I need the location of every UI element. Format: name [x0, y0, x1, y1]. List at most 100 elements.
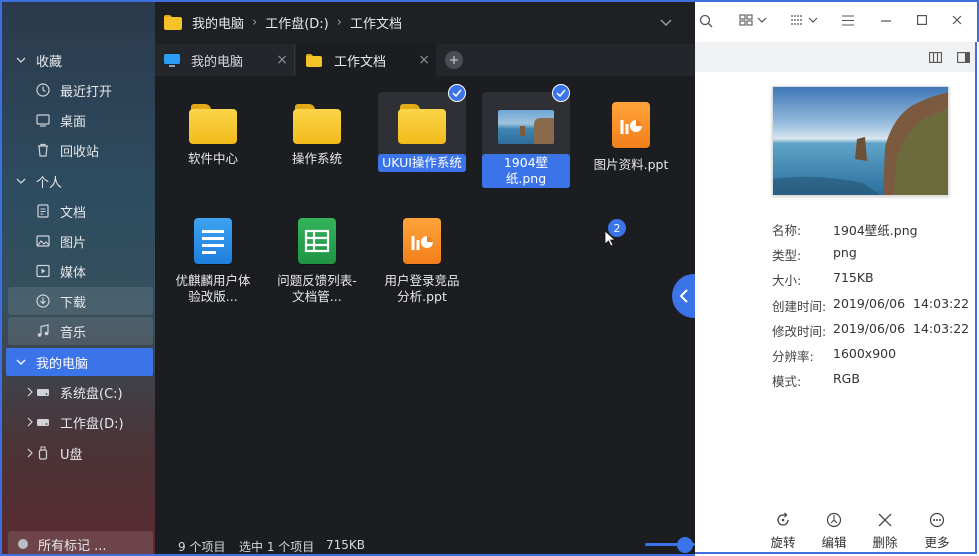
search-icon[interactable]	[699, 14, 713, 28]
file-item[interactable]: UKUI操作系统	[378, 104, 466, 172]
detail-row-name: 名称: 1904壁纸.png	[772, 220, 918, 239]
detail-panel-icon[interactable]	[957, 52, 970, 63]
breadcrumb-item[interactable]: 工作文档	[350, 13, 402, 32]
folder-icon	[398, 104, 446, 144]
selected-check-icon	[552, 84, 570, 102]
preview-image	[772, 86, 949, 196]
file-name: 操作系统	[291, 151, 342, 166]
chevron-down-icon	[16, 359, 26, 365]
sidebar-item-recent[interactable]: 最近打开	[8, 76, 153, 104]
new-tab-button[interactable]	[445, 51, 463, 69]
sort-button[interactable]	[790, 14, 818, 26]
computer-icon	[164, 53, 180, 67]
delete-icon	[878, 513, 892, 527]
tag-dot-icon	[18, 539, 28, 549]
file-name: 问题反馈列表-文档管...	[277, 273, 357, 304]
tab-label: 我的电脑	[191, 54, 244, 70]
sidebar-item-label: 下载	[60, 295, 87, 311]
detail-value: 2019/06/06 14:03:22	[833, 321, 970, 336]
chevron-right-icon: ›	[336, 15, 342, 30]
sidebar-item-label: 最近打开	[60, 84, 113, 100]
tab-work-docs[interactable]: 工作文档 ×	[296, 44, 436, 76]
breadcrumb-item[interactable]: 工作盘(D:)	[265, 13, 329, 32]
sidebar-item-desktop[interactable]: 桌面	[8, 106, 153, 134]
file-item[interactable]: 操作系统	[273, 104, 361, 168]
close-icon[interactable]: ×	[276, 52, 288, 68]
sidebar-item-label: U盘	[60, 447, 83, 463]
sidebar-item-usb[interactable]: U盘	[8, 439, 153, 467]
sidebar-item-music[interactable]: 音乐	[8, 317, 153, 345]
action-label: 更多	[924, 535, 950, 550]
file-name: 软件中心	[187, 151, 238, 166]
close-icon[interactable]: ×	[418, 52, 430, 68]
detail-value: RGB	[833, 371, 860, 386]
sidebar-group-favorites[interactable]: 收藏	[2, 46, 62, 74]
sidebar-item-trash[interactable]: 回收站	[8, 136, 153, 164]
sidebar-item-downloads[interactable]: 下载	[8, 287, 153, 315]
sidebar-item-label: 工作盘(D:)	[60, 416, 124, 432]
sidebar-item-drive-c[interactable]: 系统盘(C:)	[8, 378, 153, 406]
tags-item[interactable]: 所有标记 ...	[8, 531, 153, 554]
detail-key: 分辨率:	[772, 349, 814, 364]
detail-value: 715KB	[833, 270, 874, 285]
edit-button[interactable]: 编辑	[814, 512, 854, 551]
file-item[interactable]: 问题反馈列表-文档管...	[273, 218, 361, 306]
file-name: 1904壁纸.png	[482, 154, 570, 188]
file-name: UKUI操作系统	[378, 154, 466, 172]
action-label: 删除	[872, 535, 898, 550]
detail-value: 1904壁纸.png	[833, 223, 918, 238]
menu-icon[interactable]	[842, 15, 854, 26]
minimize-icon[interactable]	[881, 20, 891, 22]
sidebar-item-label: 音乐	[60, 325, 87, 341]
file-manager-window: 我的电脑 › 工作盘(D:) › 工作文档 收藏 最近打开 桌面 回收站 个人 …	[0, 0, 695, 556]
detail-row-created: 创建时间: 2019/06/06 14:03:22	[772, 296, 969, 315]
close-icon[interactable]	[952, 15, 962, 25]
zoom-slider-handle[interactable]	[677, 537, 693, 553]
chevron-down-icon	[808, 17, 818, 23]
file-item[interactable]: 1904壁纸.png	[482, 110, 570, 188]
detail-key: 修改时间:	[772, 324, 827, 339]
sidebar-group-personal[interactable]: 个人	[2, 167, 62, 195]
sidebar-item-pictures[interactable]: 图片	[8, 227, 153, 255]
sidebar-item-label: 媒体	[60, 265, 87, 281]
detail-row-size: 大小: 715KB	[772, 270, 874, 289]
sidebar: 收藏 最近打开 桌面 回收站 个人 文档 图片 媒体 下载 音乐 我的电脑 系统…	[2, 2, 155, 554]
ppt-icon	[403, 218, 441, 264]
tags-label: 所有标记 ...	[38, 538, 107, 554]
grid-view-icon	[739, 14, 753, 26]
maximize-icon[interactable]	[917, 15, 927, 25]
columns-icon[interactable]	[929, 52, 942, 63]
detail-window: 名称: 1904壁纸.png 类型: png 大小: 715KB 创建时间: 2019/…	[695, 0, 979, 556]
chevron-right-icon	[27, 417, 33, 427]
cursor-icon	[604, 230, 616, 247]
view-mode-button[interactable]	[739, 14, 767, 26]
rotate-icon	[777, 512, 789, 526]
selected-check-icon	[448, 84, 466, 102]
file-item[interactable]: 用户登录竞品分析.ppt	[378, 218, 466, 306]
more-button[interactable]: 更多	[917, 512, 957, 551]
action-label: 编辑	[821, 535, 847, 550]
detail-key: 大小:	[772, 273, 802, 288]
right-toolbar	[695, 0, 979, 42]
tab-my-computer[interactable]: 我的电脑 ×	[155, 44, 295, 76]
sidebar-group-computer[interactable]: 我的电脑	[6, 348, 153, 376]
folder-icon	[189, 104, 237, 144]
sidebar-item-drive-d[interactable]: 工作盘(D:)	[8, 408, 153, 436]
detail-key: 类型:	[772, 248, 802, 263]
file-item[interactable]: 图片资料.ppt	[587, 102, 675, 174]
file-item[interactable]: 软件中心	[169, 104, 257, 168]
breadcrumb-item[interactable]: 我的电脑	[192, 13, 244, 32]
image-thumbnail	[498, 110, 554, 144]
detail-value: 1600x900	[833, 346, 897, 361]
file-name: 用户登录竞品分析.ppt	[384, 273, 460, 304]
rotate-button[interactable]: 旋转	[763, 512, 803, 551]
file-item[interactable]: 优麒麟用户体验改版...	[169, 218, 257, 306]
drive-icon	[36, 385, 50, 399]
media-icon	[36, 264, 50, 278]
item-count: 9 个项目	[178, 540, 226, 554]
delete-button[interactable]: 删除	[865, 512, 905, 551]
sidebar-item-media[interactable]: 媒体	[8, 257, 153, 285]
breadcrumb-history-button[interactable]	[660, 16, 672, 31]
download-icon	[36, 294, 50, 308]
sidebar-item-documents[interactable]: 文档	[8, 197, 153, 225]
